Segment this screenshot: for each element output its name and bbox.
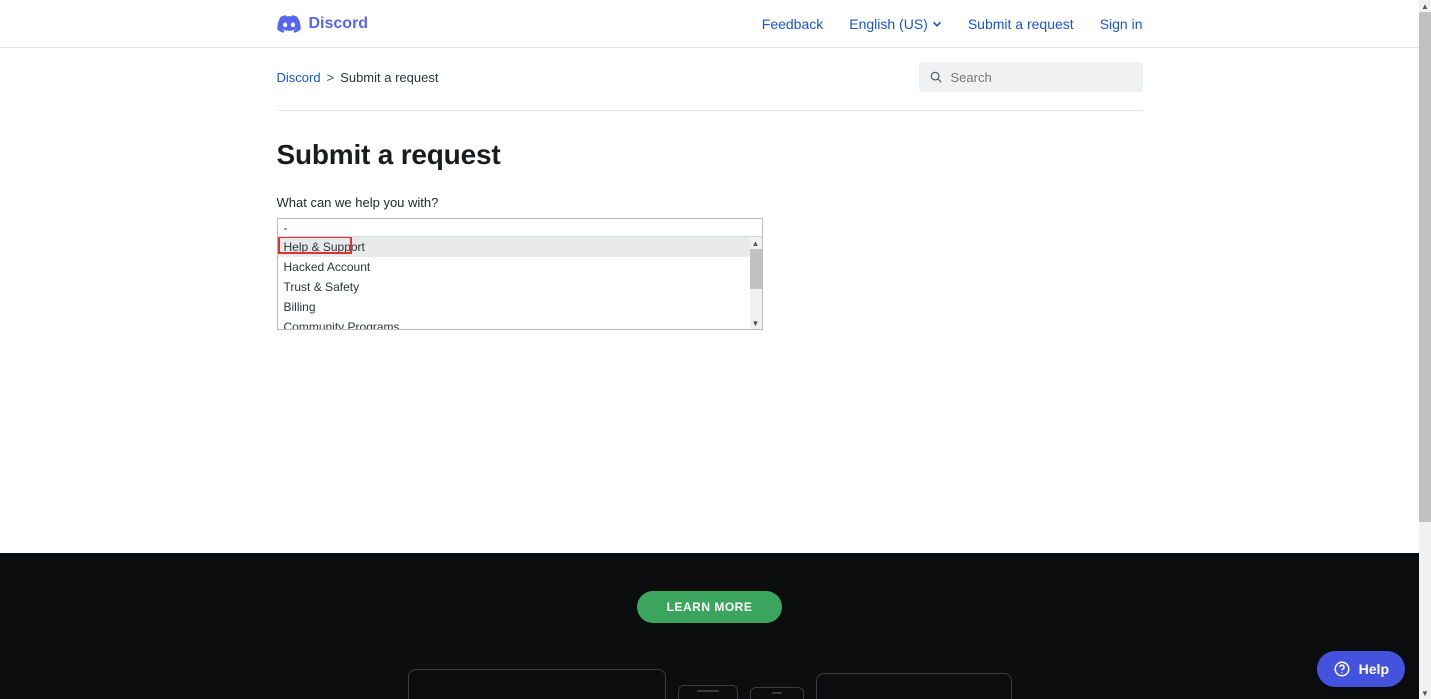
scroll-up-icon[interactable]: ▲ — [1419, 0, 1431, 12]
scroll-track — [1419, 522, 1431, 687]
brand-name: Discord — [309, 15, 369, 33]
nav-feedback[interactable]: Feedback — [762, 16, 823, 32]
top-nav: Feedback English (US) Submit a request S… — [762, 16, 1143, 32]
search-input[interactable] — [951, 70, 1133, 85]
breadcrumb: Discord > Submit a request — [277, 70, 439, 85]
site-header: Discord Feedback English (US) Submit a r… — [0, 0, 1419, 48]
dropdown-list: Help & Support Hacked Account Trust & Sa… — [278, 237, 762, 329]
dropdown-option[interactable]: Billing — [278, 297, 762, 317]
breadcrumb-root[interactable]: Discord — [277, 70, 321, 85]
highlight-annotation — [278, 237, 352, 254]
learn-more-button[interactable]: LEARN MORE — [637, 591, 783, 623]
scroll-down-icon[interactable]: ▼ — [750, 317, 762, 329]
scroll-down-icon[interactable]: ▼ — [1419, 687, 1431, 699]
help-field-label: What can we help you with? — [277, 195, 1143, 210]
dropdown-option[interactable]: Trust & Safety — [278, 277, 762, 297]
chevron-down-icon — [932, 19, 942, 29]
page-title: Submit a request — [277, 139, 1143, 171]
device-laptop-icon — [408, 669, 666, 699]
language-label: English (US) — [849, 16, 928, 32]
dropdown-selected-value[interactable]: - — [278, 219, 762, 237]
breadcrumb-current: Submit a request — [340, 70, 438, 85]
device-illustration — [408, 669, 1012, 699]
help-question-icon — [1333, 660, 1351, 678]
help-topic-dropdown[interactable]: - Help & Support Hacked Account Trust & … — [277, 218, 763, 330]
nav-sign-in[interactable]: Sign in — [1100, 16, 1143, 32]
device-phone-icon — [678, 685, 738, 699]
page-scrollbar[interactable]: ▲ ▼ — [1419, 0, 1431, 699]
scroll-up-icon[interactable]: ▲ — [750, 237, 762, 249]
nav-submit-request[interactable]: Submit a request — [968, 16, 1074, 32]
dropdown-option[interactable]: Help & Support — [278, 237, 762, 257]
dropdown-scrollbar[interactable]: ▲ ▼ — [750, 237, 762, 329]
device-tablet-icon — [816, 673, 1012, 699]
breadcrumb-separator: > — [327, 70, 335, 85]
scroll-thumb[interactable] — [750, 249, 762, 289]
scroll-thumb[interactable] — [1419, 12, 1431, 522]
language-selector[interactable]: English (US) — [849, 16, 942, 32]
footer: LEARN MORE — [0, 553, 1419, 699]
discord-logo-icon — [277, 15, 301, 33]
help-widget-label: Help — [1359, 661, 1389, 677]
help-widget[interactable]: Help — [1317, 651, 1405, 687]
dropdown-option[interactable]: Community Programs — [278, 317, 762, 329]
device-phone-small-icon — [750, 687, 804, 699]
search-box[interactable] — [919, 62, 1143, 92]
search-icon — [929, 70, 943, 84]
brand-logo-link[interactable]: Discord — [277, 15, 369, 33]
dropdown-option[interactable]: Hacked Account — [278, 257, 762, 277]
